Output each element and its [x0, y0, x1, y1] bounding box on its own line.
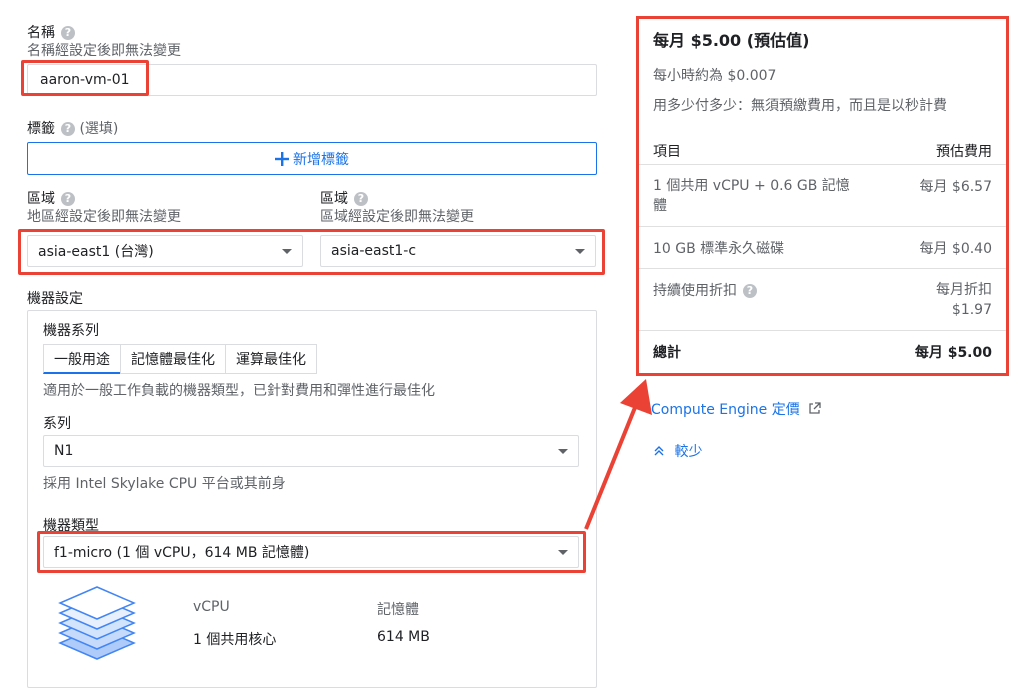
- row-cost: 每月 $6.57: [919, 179, 992, 195]
- labels-optional: (選填): [79, 121, 119, 137]
- external-link-icon: [809, 402, 821, 414]
- pricing-link-text: Compute Engine 定價: [651, 402, 800, 418]
- add-label-text: 新增標籤: [293, 151, 349, 168]
- caret-down-icon: [575, 248, 585, 254]
- add-label-button[interactable]: 新增標籤: [27, 142, 597, 175]
- stacked-layers-icon: [58, 586, 136, 660]
- machine-type-label: 機器類型: [43, 518, 99, 534]
- total-row: 總計 每月 $5.00: [653, 342, 992, 362]
- row-item: 持續使用折扣: [653, 283, 737, 299]
- caret-down-icon: [282, 248, 292, 254]
- region-label: 區域: [27, 191, 55, 207]
- name-input[interactable]: aaron-vm-01: [27, 64, 597, 96]
- row-cost: 每月 $0.40: [919, 241, 992, 257]
- cost-estimate-panel: 每月 $5.00 (預估值) 每小時約為 $0.007 用多少付多少：無須預繳費…: [636, 16, 1009, 376]
- row-item: 1 個共用 vCPU + 0.6 GB 記憶體: [653, 178, 850, 214]
- caret-down-icon: [558, 448, 568, 454]
- col-item: 項目: [653, 144, 681, 160]
- zone-heading: 區域?: [320, 188, 368, 208]
- tab-memory-optimized[interactable]: 記憶體最佳化: [120, 344, 226, 374]
- region-select[interactable]: asia-east1 (台灣): [27, 235, 303, 267]
- cost-table-header: 項目 預估費用: [653, 141, 992, 161]
- name-hint: 名稱經設定後即無法變更: [27, 43, 181, 59]
- memory-value: 614 MB: [377, 629, 430, 645]
- help-icon[interactable]: ?: [743, 284, 757, 298]
- memory-header: 記憶體: [377, 602, 419, 618]
- series-label: 系列: [43, 416, 71, 432]
- tab-label: 一般用途: [54, 351, 110, 368]
- region-hint: 地區經設定後即無法變更: [27, 209, 181, 225]
- row-item: 10 GB 標準永久磁碟: [653, 241, 785, 257]
- monthly-estimate: 每月 $5.00 (預估值): [653, 31, 810, 50]
- tab-general-purpose[interactable]: 一般用途: [43, 344, 121, 374]
- series-select[interactable]: N1: [43, 435, 579, 467]
- machine-type-value: f1-micro (1 個 vCPU，614 MB 記憶體): [54, 545, 310, 561]
- pricing-link[interactable]: Compute Engine 定價: [651, 399, 821, 419]
- table-row: 1 個共用 vCPU + 0.6 GB 記憶體 每月 $6.57: [653, 176, 992, 216]
- region-value: asia-east1 (台灣): [38, 244, 154, 260]
- divider: [639, 268, 1006, 269]
- vcpu-header: vCPU: [193, 599, 230, 615]
- col-cost: 預估費用: [936, 144, 992, 160]
- divider: [639, 226, 1006, 227]
- zone-hint: 區域經設定後即無法變更: [320, 209, 474, 225]
- vcpu-value: 1 個共用核心: [193, 632, 277, 648]
- tab-label: 運算最佳化: [236, 352, 306, 368]
- machine-type-select[interactable]: f1-micro (1 個 vCPU，614 MB 記憶體): [43, 536, 579, 568]
- help-icon[interactable]: ?: [61, 122, 75, 136]
- plus-icon: [275, 151, 289, 166]
- machine-family-tabs: 一般用途 記憶體最佳化 運算最佳化: [43, 344, 317, 374]
- tab-compute-optimized[interactable]: 運算最佳化: [225, 344, 317, 374]
- table-row: 持續使用折扣? 每月折扣 $1.97: [653, 280, 992, 320]
- zone-label: 區域: [320, 191, 348, 207]
- caret-down-icon: [558, 549, 568, 555]
- row-cost: 每月折扣 $1.97: [936, 282, 992, 318]
- labels-label: 標籤: [27, 121, 55, 137]
- tab-label: 記憶體最佳化: [131, 352, 215, 368]
- help-icon[interactable]: ?: [61, 26, 75, 40]
- labels-heading: 標籤? (選填): [27, 118, 118, 138]
- pay-note: 用多少付多少：無須預繳費用，而且是以秒計費: [653, 98, 947, 114]
- divider: [639, 164, 1006, 165]
- zone-select[interactable]: asia-east1-c: [320, 235, 596, 267]
- series-desc: 採用 Intel Skylake CPU 平台或其前身: [43, 476, 286, 492]
- total-label: 總計: [653, 345, 681, 361]
- hourly-estimate: 每小時約為 $0.007: [653, 68, 777, 84]
- region-heading: 區域?: [27, 188, 75, 208]
- less-toggle-text: 較少: [674, 444, 703, 460]
- help-icon[interactable]: ?: [61, 192, 75, 206]
- total-value: 每月 $5.00: [914, 345, 992, 361]
- help-icon[interactable]: ?: [354, 192, 368, 206]
- zone-value: asia-east1-c: [331, 243, 417, 259]
- table-row: 10 GB 標準永久磁碟 每月 $0.40: [653, 238, 992, 258]
- name-input-value: aaron-vm-01: [40, 72, 130, 88]
- annotation-arrow: [584, 379, 652, 530]
- machine-family-label: 機器系列: [43, 323, 99, 339]
- name-label: 名稱: [27, 25, 55, 41]
- less-toggle[interactable]: 較少: [654, 441, 702, 461]
- name-heading: 名稱?: [27, 22, 75, 42]
- series-value: N1: [54, 443, 74, 459]
- divider: [639, 330, 1006, 331]
- machine-family-desc: 適用於一般工作負載的機器類型，已針對費用和彈性進行最佳化: [43, 383, 435, 399]
- machine-config-heading: 機器設定: [27, 291, 83, 307]
